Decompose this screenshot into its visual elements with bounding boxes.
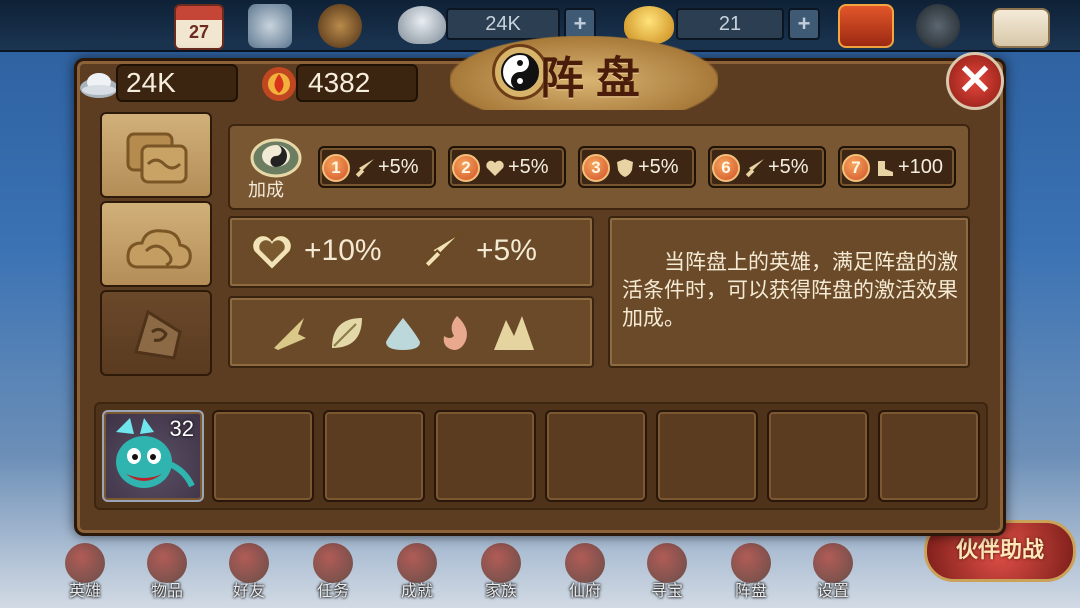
bonus-chip[interactable]: 3 +5% xyxy=(578,146,696,188)
empty-hero-slot[interactable] xyxy=(656,410,758,502)
family-icon xyxy=(481,543,521,583)
empty-hero-slot[interactable] xyxy=(767,410,869,502)
task-icon xyxy=(313,543,353,583)
chip-number: 6 xyxy=(712,154,740,182)
fire-currency-display: 4382 xyxy=(296,64,418,102)
chip-value: +5% xyxy=(768,156,809,178)
chip-number: 2 xyxy=(452,154,480,182)
bag-icon xyxy=(147,543,187,583)
treasure-chest-icon[interactable] xyxy=(838,4,894,48)
chat-bubble-icon[interactable] xyxy=(916,4,960,48)
empty-hero-slot[interactable] xyxy=(545,410,647,502)
chip-value: +100 xyxy=(898,156,944,178)
yinyang-icon xyxy=(731,543,771,583)
hero-icon xyxy=(65,543,105,583)
nav-heroes[interactable]: 英雄 xyxy=(50,543,120,605)
shield-icon xyxy=(617,159,633,177)
bell-gourd-icon[interactable] xyxy=(318,4,362,48)
bonus-chip[interactable]: 7 +100 xyxy=(838,146,956,188)
chip-number: 3 xyxy=(582,154,610,182)
nav-friends[interactable]: 好友 xyxy=(214,543,284,605)
attack-bonus: +5% xyxy=(476,234,537,267)
tab-stone[interactable] xyxy=(100,290,212,376)
bonus-label: 加成 xyxy=(248,180,284,201)
fire-icon xyxy=(443,316,467,350)
fire-coin-icon xyxy=(258,62,300,104)
tab-cloud[interactable] xyxy=(100,201,212,287)
panel-title: 阵盘 xyxy=(540,53,652,104)
nav-formation[interactable]: 阵盘 xyxy=(716,543,786,605)
bonus-chip[interactable]: 6 +5% xyxy=(708,146,826,188)
gear-icon xyxy=(813,543,853,583)
close-button[interactable]: ✕ xyxy=(946,52,1004,110)
nav-items[interactable]: 物品 xyxy=(132,543,202,605)
empty-hero-slot[interactable] xyxy=(434,410,536,502)
hero-slot[interactable]: 32 xyxy=(102,410,204,502)
silver-ingot-icon xyxy=(78,62,120,104)
nav-achievements[interactable]: 成就 xyxy=(382,543,452,605)
water-icon xyxy=(386,318,420,350)
coins-icon xyxy=(647,543,687,583)
calendar-icon[interactable]: 27 xyxy=(174,4,224,50)
chip-number: 7 xyxy=(842,154,870,182)
achievement-icon xyxy=(397,543,437,583)
scrolls-icon xyxy=(126,132,188,184)
empty-hero-slot[interactable] xyxy=(212,410,314,502)
metal-icon xyxy=(274,318,306,350)
hp-bonus: +10% xyxy=(304,234,382,267)
nav-treasure-hunt[interactable]: 寻宝 xyxy=(632,543,702,605)
empty-hero-slot[interactable] xyxy=(323,410,425,502)
chip-number: 1 xyxy=(322,154,350,182)
bonus-chip[interactable]: 1 +5% xyxy=(318,146,436,188)
boot-icon xyxy=(878,161,893,176)
chip-value: +5% xyxy=(378,156,419,178)
nav-family[interactable]: 家族 xyxy=(466,543,536,605)
heart-icon xyxy=(486,160,504,176)
sword-icon xyxy=(355,159,374,178)
nav-immortal-mansion[interactable]: 仙府 xyxy=(550,543,620,605)
stone-icon xyxy=(134,309,182,360)
empty-hero-slot[interactable] xyxy=(878,410,980,502)
sword-icon xyxy=(745,159,764,178)
heart-icon xyxy=(251,234,293,272)
friends-icon xyxy=(229,543,269,583)
earth-icon xyxy=(494,316,534,350)
chip-value: +5% xyxy=(508,156,549,178)
mansion-icon xyxy=(565,543,605,583)
add-gold-button[interactable]: + xyxy=(788,8,820,40)
nav-settings[interactable]: 设置 xyxy=(798,543,868,605)
chip-value: +5% xyxy=(638,156,679,178)
tab-scrolls[interactable] xyxy=(100,112,212,198)
bonus-disc-icon xyxy=(250,132,302,178)
sword-icon xyxy=(423,231,463,269)
scroll-wings-icon[interactable] xyxy=(248,4,292,48)
calendar-day: 27 xyxy=(188,22,210,42)
bottom-nav: 英雄 物品 好友 任务 成就 家族 仙府 寻宝 阵盘 设置 xyxy=(0,535,1080,608)
nav-tasks[interactable]: 任务 xyxy=(298,543,368,605)
silver-display: 24K xyxy=(116,64,238,102)
silver-ingot-icon xyxy=(398,6,446,44)
bonus-chip[interactable]: 2 +5% xyxy=(448,146,566,188)
description-text: 当阵盘上的英雄，满足阵盘的激活条件时，可以获得阵盘的激活效果加成。 xyxy=(622,250,958,330)
wood-icon xyxy=(332,318,362,348)
cloud-icon xyxy=(126,229,192,269)
mail-icon[interactable] xyxy=(992,8,1050,48)
hero-level: 32 xyxy=(169,416,194,441)
